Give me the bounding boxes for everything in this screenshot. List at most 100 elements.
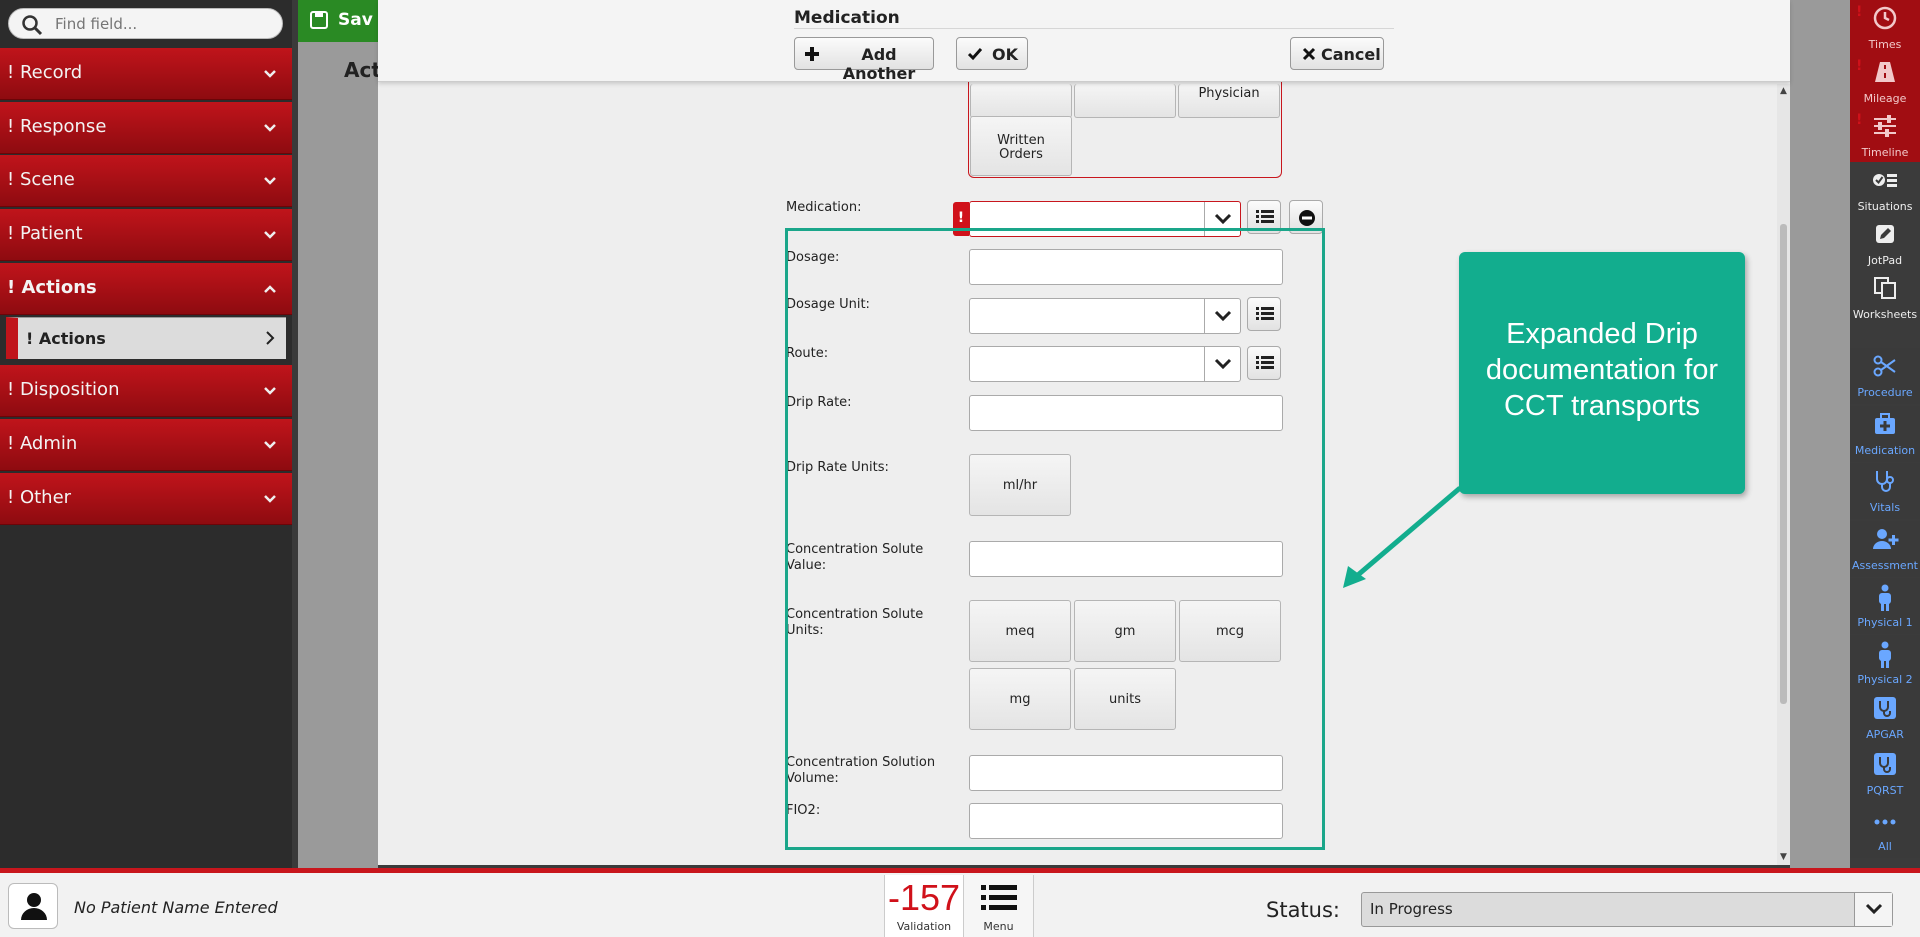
chevron-down-icon: [264, 231, 276, 239]
ellipsis-icon: [1874, 819, 1896, 825]
required-flag: !: [1856, 58, 1863, 74]
section-patient[interactable]: ! Patient: [0, 209, 292, 261]
section-actions[interactable]: ! Actions: [0, 263, 292, 315]
rail-item-times[interactable]: ! Times: [1850, 0, 1920, 56]
modal-header: Medication Add Another OK Cancel: [378, 0, 1790, 83]
order-option-written-orders[interactable]: Written Orders: [970, 116, 1072, 176]
list-icon: [981, 885, 1017, 910]
section-record[interactable]: ! Record: [0, 48, 292, 100]
copy-icon: [1874, 277, 1896, 299]
rail-label: All: [1878, 840, 1892, 853]
chevron-down-icon: [1214, 213, 1232, 225]
rail-item-timeline[interactable]: ! Timeline: [1850, 108, 1920, 164]
rail-label: JotPad: [1867, 254, 1903, 267]
section-label: ! Response: [7, 116, 107, 137]
required-flag: !: [1856, 112, 1863, 128]
scrollbar[interactable]: ▲ ▼: [1777, 84, 1790, 865]
section-label: ! Record: [7, 62, 83, 83]
rail-item-situations[interactable]: Situations: [1850, 162, 1920, 218]
highlight-frame: [785, 228, 1325, 850]
rail-item-pqrst[interactable]: PQRST: [1850, 746, 1920, 802]
pencil-icon: [1876, 225, 1894, 243]
sidebar-item-actions[interactable]: ! Actions: [6, 317, 286, 359]
order-option[interactable]: [970, 84, 1072, 118]
scissors-icon: [1873, 355, 1896, 377]
section-other[interactable]: ! Other: [0, 473, 292, 525]
menu-button[interactable]: Menu: [964, 875, 1034, 937]
chevron-down-icon: [264, 177, 276, 185]
patient-name: No Patient Name Entered: [74, 898, 278, 917]
option-label-line1: Written: [997, 133, 1045, 148]
person-icon: [1879, 584, 1891, 611]
rail-item-physical-1[interactable]: Physical 1: [1850, 578, 1920, 634]
panel-title: Act: [344, 58, 381, 82]
rail-label: PQRST: [1866, 784, 1904, 797]
section-label: ! Scene: [7, 169, 75, 190]
rail-item-apgar[interactable]: APGAR: [1850, 690, 1920, 746]
section-label: ! Other: [7, 487, 72, 508]
order-option[interactable]: [1074, 84, 1176, 118]
button-label: Cancel: [1321, 45, 1381, 64]
sidebar-item-label: ! Actions: [26, 329, 106, 348]
section-label: ! Actions: [7, 277, 97, 298]
plus-icon: [805, 47, 819, 61]
scroll-thumb[interactable]: [1780, 224, 1787, 704]
save-button[interactable]: Sav: [298, 0, 378, 42]
dropdown-toggle[interactable]: [1854, 893, 1892, 926]
rail-label: Times: [1868, 38, 1902, 51]
chevron-right-icon: [266, 331, 275, 345]
callout-annotation: Expanded Drip documentation for CCT tran…: [1459, 252, 1745, 494]
divider: [794, 28, 1394, 29]
rail-label: Medication: [1854, 444, 1916, 457]
medkit-icon: [1875, 413, 1895, 434]
section-disposition[interactable]: ! Disposition: [0, 365, 292, 417]
validation-button[interactable]: -157 Validation: [884, 875, 964, 937]
rail-label: Situations: [1857, 200, 1913, 213]
add-another-button[interactable]: Add Another: [794, 37, 934, 83]
section-scene[interactable]: ! Scene: [0, 155, 292, 207]
search-input[interactable]: [55, 13, 275, 35]
rail-label: Assessment: [1852, 559, 1918, 572]
avatar[interactable]: [8, 883, 58, 929]
list-icon: [1256, 210, 1274, 223]
status-select[interactable]: In Progress: [1361, 892, 1893, 927]
scroll-down-icon[interactable]: ▼: [1780, 852, 1787, 862]
chevron-down-icon: [264, 124, 276, 132]
order-option-physician[interactable]: Physician: [1178, 84, 1280, 118]
cancel-button[interactable]: Cancel: [1290, 37, 1384, 70]
chevron-down-icon: [1865, 903, 1883, 915]
stethoscope-box-icon: [1874, 697, 1896, 719]
section-response[interactable]: ! Response: [0, 102, 292, 154]
chevron-down-icon: [264, 441, 276, 449]
section-label: ! Patient: [7, 223, 83, 244]
search-box[interactable]: [8, 8, 283, 39]
user-icon: [21, 893, 47, 920]
rail-item-mileage[interactable]: ! Mileage: [1850, 54, 1920, 110]
ok-button[interactable]: OK: [956, 37, 1028, 70]
callout-arrow-icon: [1343, 486, 1462, 588]
validation-label: Validation: [896, 920, 952, 933]
rail-item-procedure[interactable]: Procedure: [1850, 348, 1920, 404]
chevron-up-icon: [264, 285, 276, 293]
rail-label: Timeline: [1861, 146, 1909, 159]
floppy-icon: [310, 11, 328, 29]
section-label: ! Disposition: [7, 379, 120, 400]
user-plus-icon: [1873, 529, 1899, 549]
rail-item-jotpad[interactable]: JotPad: [1850, 216, 1920, 272]
background-panel: Act: [298, 42, 381, 868]
rail-item-physical-2[interactable]: Physical 2: [1850, 635, 1920, 691]
rail-label: Vitals: [1869, 501, 1901, 514]
clock-icon: [1873, 6, 1897, 30]
section-admin[interactable]: ! Admin: [0, 419, 292, 471]
rail-item-assessment[interactable]: Assessment: [1850, 521, 1920, 577]
save-label: Sav: [338, 10, 373, 30]
status-value: In Progress: [1370, 900, 1453, 918]
scroll-up-icon[interactable]: ▲: [1780, 86, 1787, 96]
option-label: Physician: [1198, 86, 1260, 101]
rail-item-all[interactable]: All: [1850, 802, 1920, 858]
option-label-line2: Orders: [999, 147, 1043, 162]
rail-item-worksheets[interactable]: Worksheets: [1850, 270, 1920, 326]
required-flag: !: [1856, 4, 1863, 20]
rail-item-medication[interactable]: Medication: [1850, 406, 1920, 462]
rail-item-vitals[interactable]: Vitals: [1850, 463, 1920, 519]
